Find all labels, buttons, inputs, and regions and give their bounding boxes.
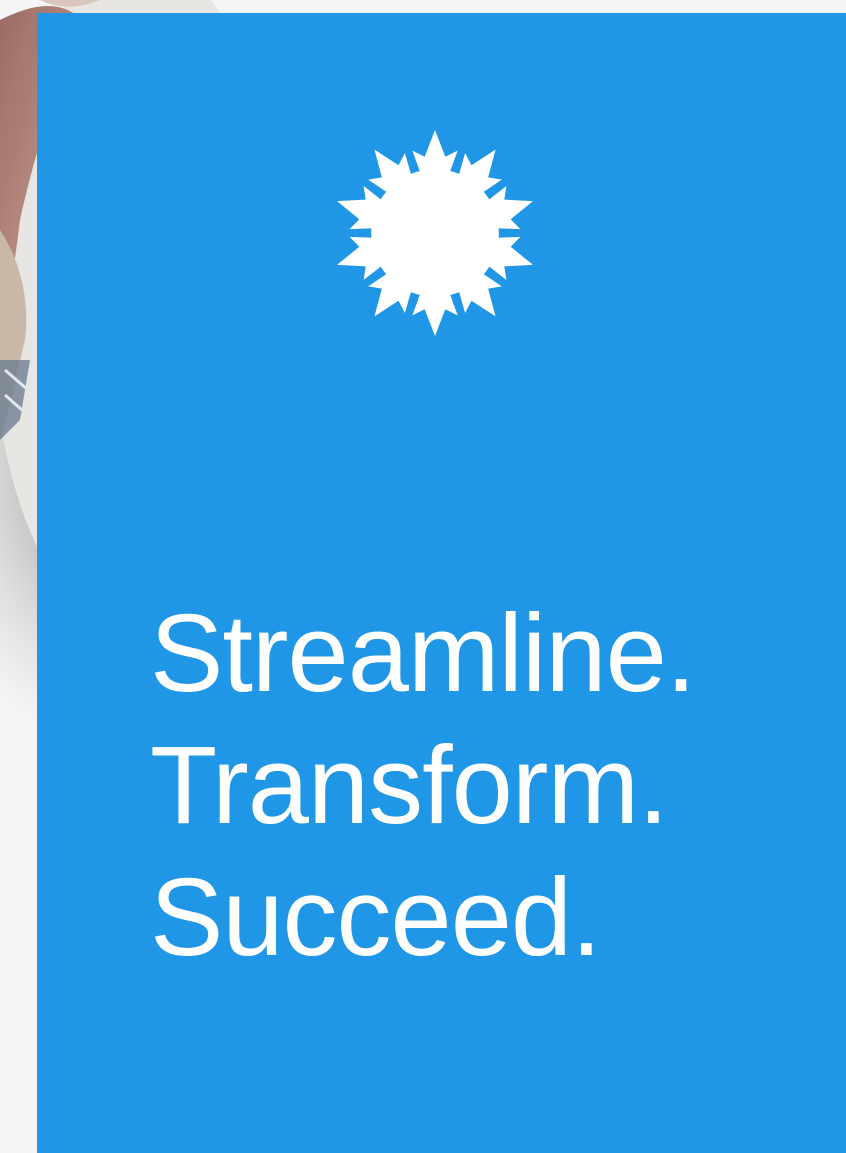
- tagline: Streamline. Transform. Succeed.: [150, 588, 800, 984]
- slide: Streamline. Transform. Succeed.: [0, 0, 846, 1153]
- tagline-line-streamline: Streamline.: [150, 592, 696, 715]
- tagline-line-transform: Transform.: [150, 724, 669, 847]
- snowflake-icon: [332, 130, 538, 336]
- tagline-line-succeed: Succeed.: [150, 856, 602, 979]
